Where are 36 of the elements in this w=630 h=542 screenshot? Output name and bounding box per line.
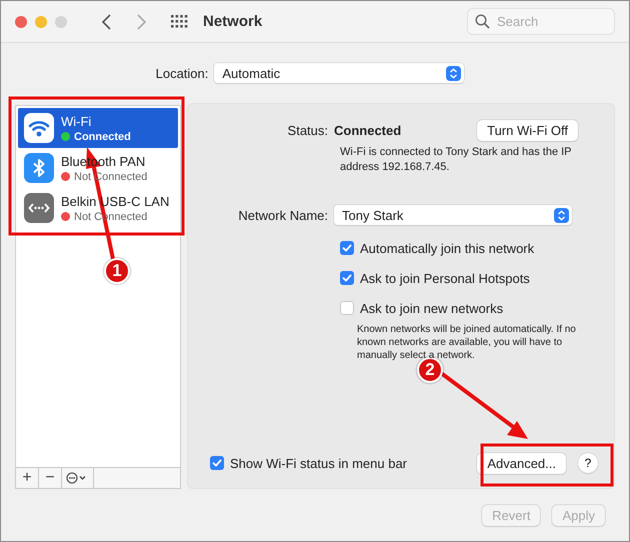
wifi-icon: [24, 113, 54, 143]
checkbox[interactable]: [210, 456, 224, 470]
status-label: Status:: [286, 123, 329, 138]
service-status: Connected: [74, 130, 131, 142]
checkbox[interactable]: [340, 301, 354, 315]
advanced-button[interactable]: Advanced...: [477, 452, 566, 474]
option-label: Ask to join Personal Hotspots: [360, 270, 530, 286]
turn-wifi-off-button[interactable]: Turn Wi-Fi Off: [477, 120, 578, 141]
status-value: Connected: [334, 123, 402, 138]
search-icon: [475, 14, 490, 29]
ethernet-icon: [24, 193, 54, 223]
service-item[interactable]: Wi-Fi Connected: [18, 108, 178, 148]
help-button[interactable]: ?: [578, 453, 598, 473]
option-label: Show Wi-Fi status in menu bar: [230, 456, 408, 470]
checkbox[interactable]: [340, 271, 354, 285]
grid-icon[interactable]: [171, 14, 189, 28]
status-description: Wi-Fi is connected to Tony Stark and has the IP address 192.168.7.45.: [340, 145, 572, 175]
stepper-icon: [446, 66, 462, 80]
network-name-label: Network Name:: [237, 208, 329, 222]
search-field[interactable]: Search: [467, 8, 615, 35]
window-title: Network: [203, 13, 262, 30]
checkbox[interactable]: [340, 241, 354, 255]
add-button[interactable]: +: [16, 468, 39, 488]
back-icon[interactable]: [101, 12, 113, 30]
location-select[interactable]: Automatic: [214, 63, 464, 83]
search-input[interactable]: Search: [495, 13, 595, 30]
service-name: Wi-Fi: [61, 114, 92, 128]
network-name-select[interactable]: Tony Stark: [334, 205, 572, 225]
remove-button[interactable]: −: [39, 468, 62, 488]
close-button[interactable]: [15, 16, 27, 28]
bluetooth-icon: [24, 153, 54, 183]
forward-icon[interactable]: [135, 12, 147, 30]
stepper-icon: [554, 208, 569, 222]
location-label: Location:: [156, 66, 208, 80]
option-label: Automatically join this network: [360, 240, 534, 256]
option-label: Ask to join new networks: [360, 300, 504, 316]
